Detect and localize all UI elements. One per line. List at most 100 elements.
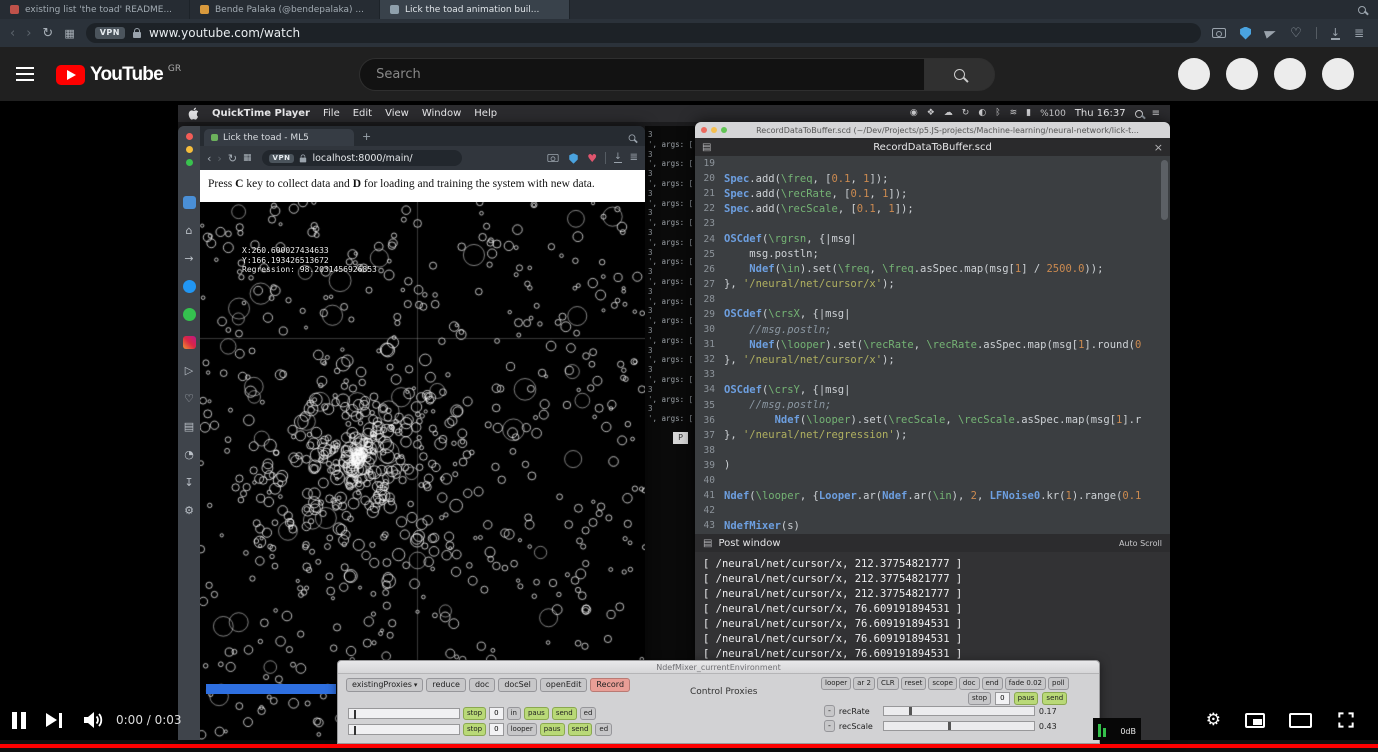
mute-button[interactable] [80,708,104,732]
home-icon[interactable]: ⌂ [183,224,196,237]
instagram-icon[interactable] [182,336,196,349]
proxy-end-button[interactable]: end [981,677,1003,690]
forward-button[interactable]: › [217,153,221,164]
cloud-icon[interactable]: ☁ [944,109,953,118]
wifi-icon[interactable]: ≋ [1010,109,1018,118]
search-input[interactable] [359,57,925,91]
history-icon[interactable]: ◔ [183,448,196,461]
settings-button[interactable]: ⚙ [1206,711,1221,729]
zoom-window-button[interactable] [721,127,727,133]
vpn-badge[interactable]: VPN [94,27,125,39]
mixer-docsel-button[interactable]: docSel [498,678,537,692]
flow-icon[interactable]: → [183,252,196,265]
avatar[interactable] [1226,58,1258,90]
search-button[interactable] [924,57,996,91]
apple-icon[interactable] [188,107,199,120]
sync-icon[interactable]: ↻ [962,109,970,118]
active-app-name[interactable]: QuickTime Player [212,108,310,119]
back-button[interactable]: ‹ [207,153,211,164]
fullscreen-button[interactable] [1336,710,1356,730]
close-window-button[interactable] [701,127,707,133]
bookmarks-icon[interactable]: ▤ [183,420,196,433]
avatar[interactable] [1178,58,1210,90]
proxy-scope-button[interactable]: scope [928,677,957,690]
bluetooth-icon[interactable]: ᛒ [995,109,1000,118]
scrollbar-thumb[interactable] [1161,160,1168,220]
speed-dial-button[interactable]: ▦ [64,27,74,40]
address-field[interactable]: VPN localhost:8000/main/ [261,150,462,166]
avatar[interactable] [1274,58,1306,90]
close-tab-icon[interactable]: × [1154,141,1163,154]
mixer-record-button[interactable]: Record [590,678,631,692]
menubar-item[interactable]: Help [474,108,497,119]
auto-scroll-toggle[interactable]: Auto Scroll [1119,539,1162,548]
mixer-existingproxies-button[interactable]: existingProxies ▾ [346,678,424,692]
minimize-window-button[interactable] [711,127,717,133]
lock-icon[interactable] [300,153,307,162]
forward-button[interactable]: › [26,27,31,40]
avatar[interactable] [1322,58,1354,90]
battery-icon[interactable]: ▮ [1026,109,1031,118]
miniplayer-button[interactable] [1245,712,1265,728]
spaces-icon[interactable] [182,196,196,209]
sidebar-setup-icon[interactable]: ≣ [1354,27,1364,39]
code-editor[interactable]: 19 20 Spec.add(\freq, [0.1, 1]); 21 Spec.add… [695,156,1170,534]
vpn-badge[interactable]: VPN [268,153,295,163]
address-field[interactable]: VPN www.youtube.com/watch [85,23,1202,43]
menubar-item[interactable]: Window [422,108,461,119]
speed-dial-button[interactable]: ▦ [243,153,252,163]
spotlight-icon[interactable] [1134,109,1143,118]
mixer-doc-button[interactable]: doc [468,678,496,692]
mirror-icon[interactable]: ❖ [927,109,935,118]
proxy-looper-button[interactable]: looper [821,677,852,690]
mixer-openedit-button[interactable]: openEdit [539,678,588,692]
proxy-reset-button[interactable]: reset [900,677,927,690]
browser-tab[interactable]: Bende Palaka (@bendepalaka) ... [190,0,380,19]
proxy-doc-button[interactable]: doc [958,677,980,690]
minimize-window-button[interactable] [185,146,193,153]
document-tab[interactable]: RecordDataToBuffer.scd [695,142,1170,153]
close-window-button[interactable] [185,133,193,140]
menubar-item[interactable]: Edit [353,108,372,119]
mixer-title[interactable]: NdefMixer_currentEnvironment [338,661,1099,674]
display-icon[interactable]: ◐ [978,109,986,118]
sc-title-bar[interactable]: RecordDataToBuffer.scd (~/Dev/Projects/p… [695,122,1170,138]
menubar-item[interactable]: File [323,108,340,119]
menubar-clock[interactable]: Thu 16:37 [1075,108,1126,119]
menu-button[interactable] [16,63,34,85]
shield-icon[interactable] [1240,26,1252,40]
new-tab-button[interactable]: + [362,130,371,143]
bookmark-heart-icon[interactable]: ♡ [1290,27,1302,40]
progress-bar[interactable] [0,744,1378,748]
settings-icon[interactable]: ⚙ [183,504,196,517]
proxy-CLR-button[interactable]: CLR [877,677,899,690]
tab-search-button[interactable] [628,128,636,144]
send-icon[interactable] [1264,27,1278,39]
heart-icon[interactable]: ♡ [183,392,196,405]
recorded-tab[interactable]: Lick the toad - ML5 [204,129,354,146]
menubar-item[interactable]: View [385,108,409,119]
browser-tab[interactable]: Lick the toad animation buil... [380,0,570,19]
download-icon[interactable]: ↓ [1330,27,1340,40]
record-icon[interactable]: ◉ [910,109,918,118]
zoom-window-button[interactable] [185,159,193,166]
pause-button[interactable] [12,711,26,729]
lock-icon[interactable] [132,27,141,38]
theater-mode-button[interactable] [1289,712,1312,728]
post-log[interactable]: [ /neural/net/cursor/x, 212.37754821777 … [695,552,1170,662]
download-icon[interactable]: ↓ [614,153,622,163]
bookmark-heart-icon[interactable]: ♥ [587,153,597,164]
youtube-logo[interactable]: YouTube GR [56,64,181,85]
proxy-poll-button[interactable]: poll [1048,677,1069,690]
whatsapp-icon[interactable] [182,308,196,321]
downloads-icon[interactable]: ↧ [183,476,196,489]
notification-center-icon[interactable]: ≡ [1152,108,1160,119]
shield-icon[interactable] [569,152,579,164]
reload-button[interactable]: ↻ [228,153,237,164]
snapshot-icon[interactable] [547,154,559,162]
video-player[interactable]: QuickTime Player File Edit View Window Help … [0,101,1378,744]
proxy-ar-2-button[interactable]: ar 2 [853,677,875,690]
mixer-reduce-button[interactable]: reduce [426,678,466,692]
next-button[interactable] [46,712,62,728]
snapshot-icon[interactable] [1212,28,1227,38]
